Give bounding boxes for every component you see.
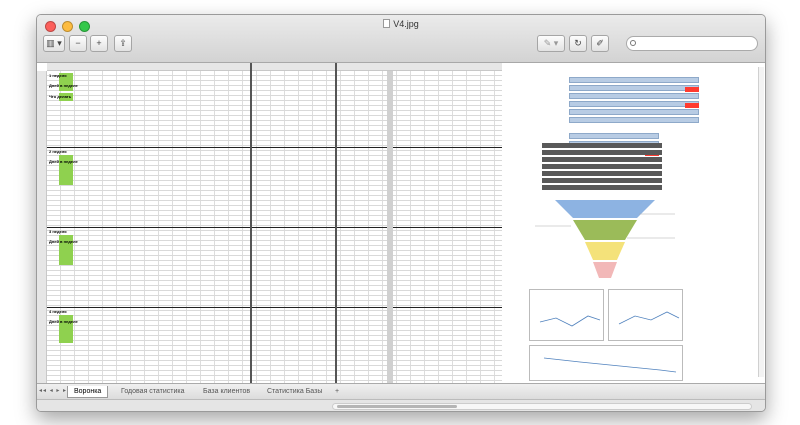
column-separator [250,63,252,383]
line-chart-1-series [539,315,601,327]
document-icon [383,19,391,28]
view-mode-button[interactable]: ▥ ▾ [43,35,65,52]
section-divider [47,147,502,148]
sheet-tab-client-base[interactable]: База клиентов [197,386,256,398]
column-separator [335,63,337,383]
funnel-level-2 [573,220,637,240]
sheet-tab-base-stats[interactable]: Статистика Базы [261,386,328,398]
section-divider [47,307,502,308]
week-3-days-label: Дней в неделе [49,239,78,244]
week-1-days-label: Дней в неделе [49,83,78,88]
week-3-label: 3 неделя [49,229,67,234]
status-bar [37,399,765,411]
spreadsheet-area: 1 неделя Дней в неделе Что делать 2 неде… [37,63,502,383]
zoom-out-button[interactable]: − [69,35,87,52]
line-chart-1 [529,289,604,341]
funnel-level-3 [585,242,625,260]
funnel-level-1 [555,200,655,218]
add-sheet-button[interactable]: + [329,386,345,398]
line-chart-2-series [618,311,680,325]
sheet-tab-yearly-stats[interactable]: Годовая статистика [115,386,191,398]
blue-summary-row [569,133,659,139]
line-chart-2 [608,289,683,341]
sales-funnel-chart [535,200,675,278]
week-2-days-label: Дней в неделе [49,159,78,164]
funnel-level-4 [593,262,617,278]
horizontal-scroll-thumb[interactable] [337,405,457,408]
horizontal-scrollbar[interactable] [332,403,752,410]
search-input[interactable] [626,36,758,51]
sheet-tab-bar: ◂◂ ◂ ▸ ▸▸ Воронка Годовая статистика Баз… [37,383,765,399]
annotate-button[interactable]: ✎ ▾ [537,35,565,52]
line-chart-3-plot [543,357,677,373]
line-chart-3 [529,345,683,381]
preview-window: V4.jpg ▥ ▾ − + ⇪ ✎ ▾ ↻ ✐ 1 неделя Дней в… [36,14,766,412]
red-highlight-cell [685,87,699,92]
dark-summary-row [542,171,662,176]
rotate-button[interactable]: ↻ [569,35,587,52]
dark-summary-row [542,178,662,183]
dark-summary-row [542,185,662,190]
image-content: 1 неделя Дней в неделе Что делать 2 неде… [37,63,765,383]
dark-summary-row [542,164,662,169]
blue-summary-row [569,117,699,123]
week-2-label: 2 неделя [49,149,67,154]
zoom-in-button[interactable]: + [90,35,108,52]
window-title: V4.jpg [37,19,765,29]
blue-summary-row [569,77,699,83]
row-number-column [37,71,47,383]
line-chart-1-plot [539,315,601,327]
edit-button[interactable]: ✐ [591,35,609,52]
week-4-days-label: Дней в неделе [49,319,78,324]
search-icon [630,40,636,46]
blue-summary-row [569,93,699,99]
dark-summary-row [542,157,662,162]
vertical-scrollbar[interactable] [758,67,764,377]
blue-summary-row [569,109,699,115]
dark-summary-row [542,150,662,155]
week-1-label: 1 неделя [49,73,67,78]
window-title-text: V4.jpg [393,19,419,29]
dark-summary-row [542,143,662,148]
line-chart-3-series [543,357,677,373]
section-divider [47,227,502,228]
blue-summary-row [569,85,699,91]
week-1-todo-label: Что делать [49,94,72,99]
red-highlight-cell [685,103,699,108]
sheet-tab-funnel[interactable]: Воронка [67,386,109,398]
week-4-label: 4 неделя [49,309,67,314]
column-gap [387,71,393,383]
line-chart-2-plot [618,311,680,325]
blue-summary-row [569,101,699,107]
column-header-bar [47,63,502,71]
share-button[interactable]: ⇪ [114,35,132,52]
titlebar: V4.jpg ▥ ▾ − + ⇪ ✎ ▾ ↻ ✐ [37,15,765,63]
